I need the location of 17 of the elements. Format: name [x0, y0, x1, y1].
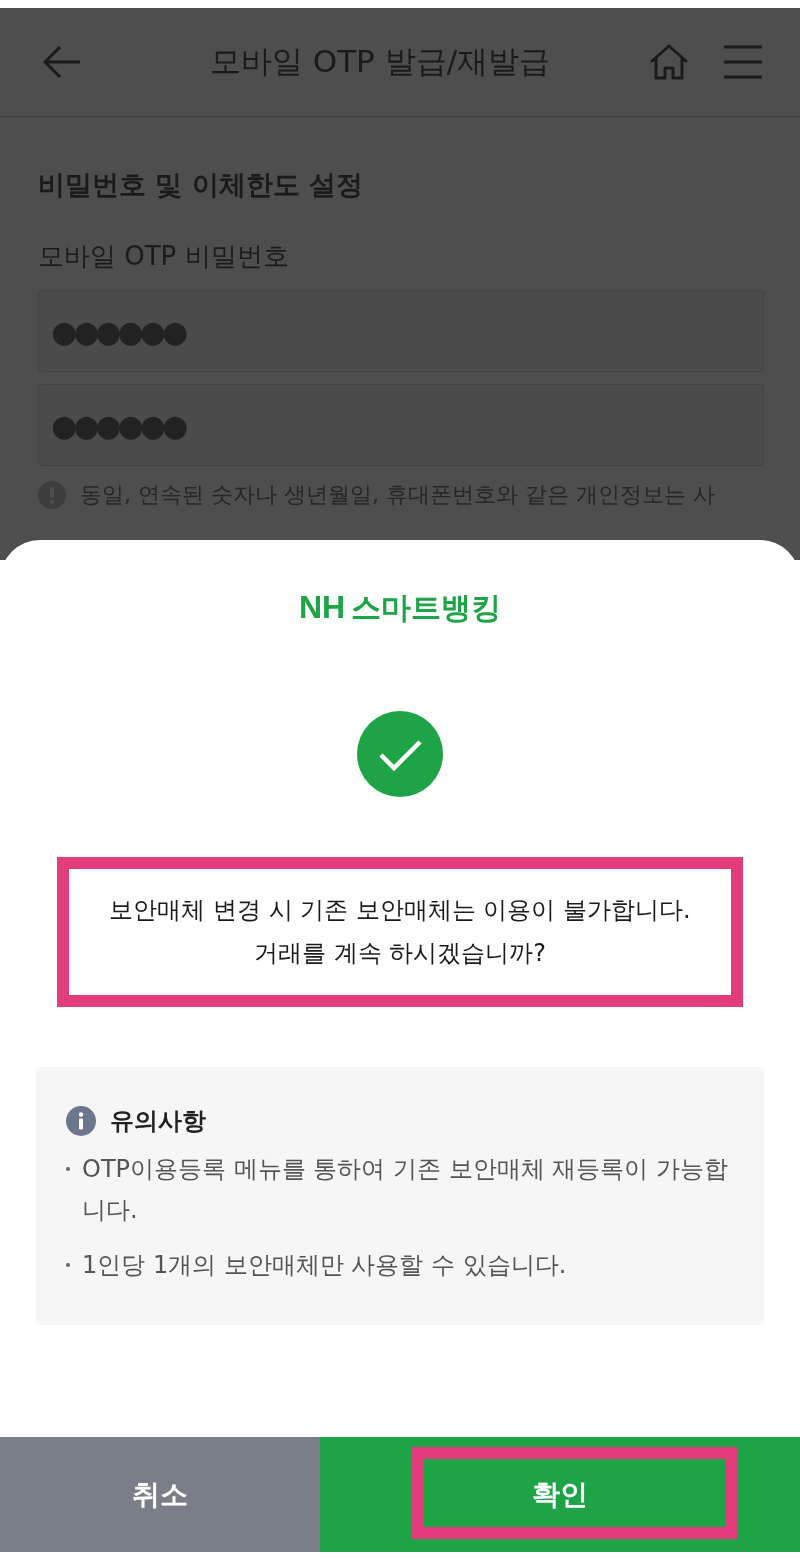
home-icon[interactable] — [648, 43, 690, 81]
bullet-icon — [66, 1262, 70, 1267]
password-field[interactable]: ●●●●●● — [38, 290, 764, 372]
notice-title: 유의사항 — [110, 1106, 206, 1138]
notice-item: OTP이용등록 메뉴를 통하여 기존 보안매체 재등록이 가능합니다. — [82, 1154, 729, 1227]
dialog-message: 보안매체 변경 시 기존 보안매체는 이용이 불가합니다. 거래를 계속 하시겠습니까? — [57, 857, 743, 1008]
logo-mark: NH — [298, 589, 346, 626]
password-field[interactable]: ●●●●●● — [38, 384, 764, 466]
check-icon — [357, 711, 443, 797]
notice-item: 1인당 1개의 보안매체만 사용할 수 있습니다. — [82, 1249, 567, 1281]
back-arrow-icon[interactable] — [42, 44, 82, 80]
menu-icon[interactable] — [724, 45, 762, 79]
info-icon — [66, 1106, 96, 1137]
cancel-button[interactable]: 취소 — [0, 1437, 320, 1552]
logo-text: 스마트뱅킹 — [351, 589, 502, 627]
bullet-icon — [66, 1167, 70, 1172]
confirm-button[interactable]: 확인 — [320, 1437, 800, 1552]
